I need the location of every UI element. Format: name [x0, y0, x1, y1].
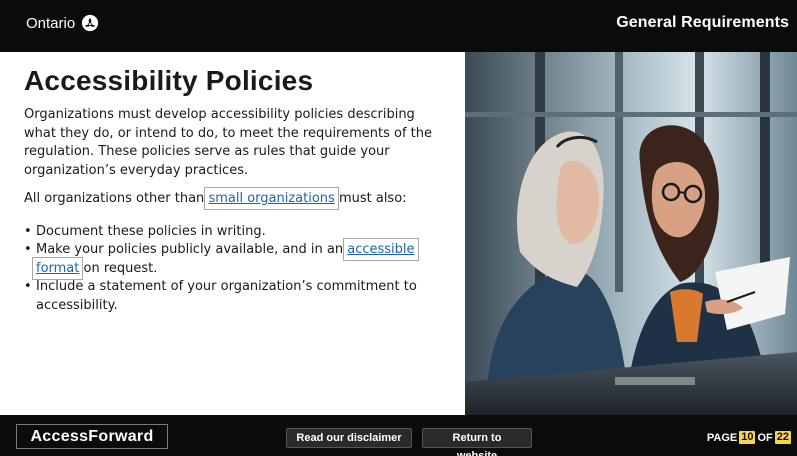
current-page-number: 10	[739, 431, 756, 444]
two-women-working-image	[465, 52, 797, 415]
intro-paragraph: Organizations must develop accessibility…	[24, 107, 433, 178]
ontario-brand[interactable]: Ontario	[26, 14, 99, 32]
ontario-label: Ontario	[26, 14, 76, 32]
list-item: Make your policies publicly available, a…	[24, 238, 444, 280]
page-label: PAGE	[706, 431, 738, 444]
accessforward-logo[interactable]: AccessForward	[16, 424, 168, 449]
logo-text: AccessForward	[30, 427, 154, 445]
page-title: Accessibility Policies	[24, 65, 314, 96]
main-content: Accessibility Policies Organizations mus…	[24, 64, 444, 315]
requirements-list: Document these policies in writing. Make…	[24, 223, 444, 316]
small-organizations-link[interactable]: small organizations	[204, 187, 339, 210]
read-disclaimer-button[interactable]: Read our disclaimer	[286, 428, 412, 448]
return-to-website-button[interactable]: Return to website	[422, 428, 532, 456]
list-item: Document these policies in writing.	[24, 223, 444, 242]
list-item: Include a statement of your organization…	[24, 278, 444, 315]
page-indicator: PAGE 10 OF 22	[707, 431, 791, 444]
lead-text-before: All organizations other than	[24, 191, 209, 206]
bottom-footer: AccessForward Read our disclaimer Return…	[0, 415, 797, 456]
bullet-text-after: on request.	[79, 260, 158, 276]
top-header: Ontario General Requirements	[0, 0, 797, 52]
slide-frame: Ontario General Requirements Accessibili…	[0, 0, 797, 456]
bullet-text-before: Make your policies publicly available, a…	[36, 242, 348, 257]
of-label: OF	[757, 431, 773, 444]
ontario-trillium-icon	[82, 14, 99, 32]
requirements-lead: All organizations other than small organ…	[24, 187, 444, 210]
section-title: General Requirements	[616, 14, 789, 31]
lead-text-after: must also:	[334, 191, 407, 206]
office-photo	[465, 52, 797, 415]
total-pages-number: 22	[774, 431, 791, 444]
